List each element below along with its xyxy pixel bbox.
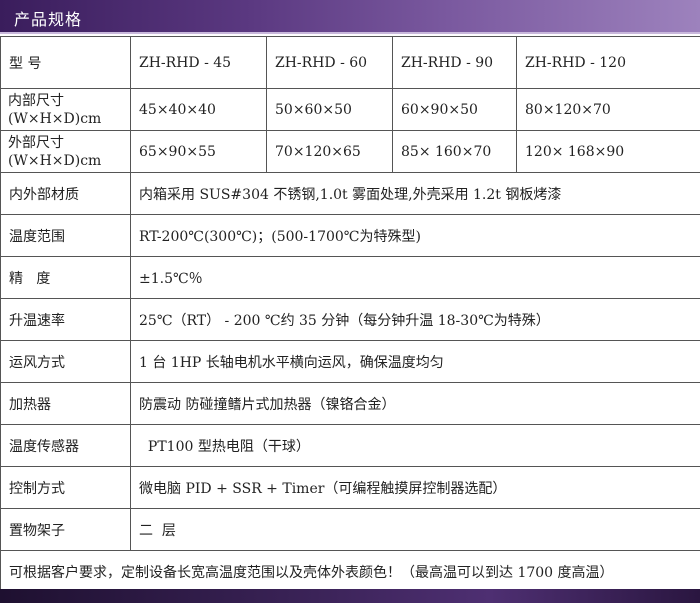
inner-size-cell: 50×60×50 xyxy=(266,88,393,131)
outer-size-label: 外部尺寸 (W×H×D)cm xyxy=(0,130,131,173)
model-cell: ZH-RHD - 45 xyxy=(130,36,267,89)
spec-label: 控制方式 xyxy=(0,466,131,509)
inner-size-cell: 80×120×70 xyxy=(516,88,700,131)
spec-row-airflow: 运风方式 1 台 1HP 长轴电机水平横向运风，确保温度均匀 xyxy=(0,340,700,383)
outer-size-label-line1: 外部尺寸 xyxy=(8,134,64,151)
note-row: 可根据客户要求，定制设备长宽高温度范围以及壳体外表颜色！（最高温可以到达 170… xyxy=(0,550,700,593)
spec-row-control: 控制方式 微电脑 PID + SSR + Timer（可编程触摸屏控制器选配） xyxy=(0,466,700,509)
spec-label: 加热器 xyxy=(0,382,131,425)
spec-value: 25℃（RT） - 200 ℃约 35 分钟（每分钟升温 18-30℃为特殊） xyxy=(130,298,700,341)
spec-row-shelves: 置物架子 二 层 xyxy=(0,508,700,551)
spec-value: 1 台 1HP 长轴电机水平横向运风，确保温度均匀 xyxy=(130,340,700,383)
header-divider xyxy=(0,32,700,34)
inner-size-cell: 60×90×50 xyxy=(392,88,517,131)
spec-label: 温度传感器 xyxy=(0,424,131,467)
model-cell: ZH-RHD - 120 xyxy=(516,36,700,89)
spec-value: 二 层 xyxy=(130,508,700,551)
spec-label: 精 度 xyxy=(0,256,131,299)
spec-row-heat-rate: 升温速率 25℃（RT） - 200 ℃约 35 分钟（每分钟升温 18-30℃… xyxy=(0,298,700,341)
footer-bar xyxy=(0,589,700,603)
outer-size-cell: 85× 160×70 xyxy=(392,130,517,173)
outer-size-label-line2: (W×H×D)cm xyxy=(8,152,102,169)
customization-note: 可根据客户要求，定制设备长宽高温度范围以及壳体外表颜色！（最高温可以到达 170… xyxy=(0,550,700,593)
spec-row-heater: 加热器 防震动 防碰撞鳍片式加热器（镍铬合金） xyxy=(0,382,700,425)
spec-row-accuracy: 精 度 ±1.5℃％ xyxy=(0,256,700,299)
model-cell: ZH-RHD - 90 xyxy=(392,36,517,89)
spec-value: 防震动 防碰撞鳍片式加热器（镍铬合金） xyxy=(130,382,700,425)
inner-size-cell: 45×40×40 xyxy=(130,88,267,131)
spec-label: 内外部材质 xyxy=(0,172,131,215)
spec-row-material: 内外部材质 内箱采用 SUS#304 不锈钢,1.0t 雾面处理,外壳采用 1.… xyxy=(0,172,700,215)
spec-table: 型 号 ZH-RHD - 45 ZH-RHD - 60 ZH-RHD - 90 … xyxy=(0,36,700,593)
spec-value: 内箱采用 SUS#304 不锈钢,1.0t 雾面处理,外壳采用 1.2t 钢板烤… xyxy=(130,172,700,215)
outer-size-cell: 70×120×65 xyxy=(266,130,393,173)
spec-value: RT-200℃(300℃)；(500-1700℃为特殊型) xyxy=(130,214,700,257)
model-label: 型 号 xyxy=(0,36,131,89)
section-title: 产品规格 xyxy=(14,10,83,29)
model-row: 型 号 ZH-RHD - 45 ZH-RHD - 60 ZH-RHD - 90 … xyxy=(0,36,700,89)
spec-value: ±1.5℃％ xyxy=(130,256,700,299)
spec-label: 运风方式 xyxy=(0,340,131,383)
model-cell: ZH-RHD - 60 xyxy=(266,36,393,89)
section-header: 产品规格 xyxy=(0,0,700,34)
inner-size-label-line2: (W×H×D)cm xyxy=(8,110,102,127)
spec-label: 温度范围 xyxy=(0,214,131,257)
spec-label: 置物架子 xyxy=(0,508,131,551)
spec-label: 升温速率 xyxy=(0,298,131,341)
spec-value: 微电脑 PID + SSR + Timer（可编程触摸屏控制器选配） xyxy=(130,466,700,509)
spec-row-sensor: 温度传感器 PT100 型热电阻（干球） xyxy=(0,424,700,467)
outer-size-cell: 65×90×55 xyxy=(130,130,267,173)
outer-size-row: 外部尺寸 (W×H×D)cm 65×90×55 70×120×65 85× 160… xyxy=(0,130,700,173)
inner-size-row: 内部尺寸 (W×H×D)cm 45×40×40 50×60×50 60×90×50… xyxy=(0,88,700,131)
spec-value: PT100 型热电阻（干球） xyxy=(130,424,700,467)
outer-size-cell: 120× 168×90 xyxy=(516,130,700,173)
spec-row-temp-range: 温度范围 RT-200℃(300℃)；(500-1700℃为特殊型) xyxy=(0,214,700,257)
inner-size-label-line1: 内部尺寸 xyxy=(8,92,64,109)
inner-size-label: 内部尺寸 (W×H×D)cm xyxy=(0,88,131,131)
